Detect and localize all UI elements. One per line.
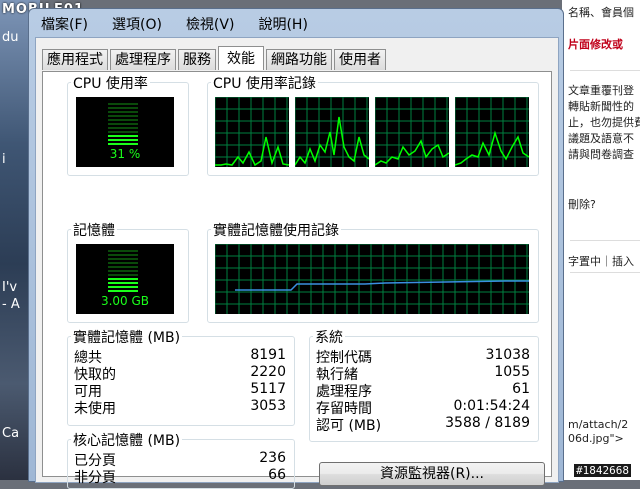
menu-view[interactable]: 檢視(V) (184, 13, 237, 35)
page-text: 06d.jpg"> (568, 432, 624, 445)
memory-value: 3.00 GB (100, 294, 150, 308)
stat-row: 未使用 3053 (74, 398, 286, 417)
stat-row: 存留時間 0:01:54:24 (316, 398, 530, 417)
page-text: 片面修改或 (568, 38, 623, 51)
stat-row: 已分頁 236 (74, 450, 286, 469)
cpu-core-graph (375, 97, 449, 167)
cpu-usage-group: 31 % (67, 82, 189, 176)
page-text: 請與問卷調查 (568, 148, 634, 161)
page-text: 刪除? (568, 198, 596, 211)
page-text: 文章重覆刊登 (568, 84, 634, 97)
stat-row: 非分頁 66 (74, 467, 286, 486)
system-group: 控制代碼 31038 執行緒 1055 處理程序 61 存留時間 0:01:54:24 … (309, 336, 539, 442)
memory-title: 記憶體 (71, 220, 117, 240)
tab-services[interactable]: 服務 (178, 49, 216, 70)
stat-row: 總共 8191 (74, 347, 286, 366)
meter-segment (108, 286, 138, 288)
meter-segment (108, 266, 138, 268)
page-text: 止，也勿提供費 (568, 116, 640, 129)
meter-segment (108, 107, 138, 109)
cpu-core-graph (295, 97, 369, 167)
memory-meter: 3.00 GB (76, 244, 174, 314)
window-content: 應用程式 處理程序 服務 效能 網路功能 使用者 31 % CPU 使用率 CP… (35, 37, 559, 489)
meter-segment (108, 139, 138, 141)
tab-performance[interactable]: 效能 (218, 46, 264, 70)
cpu-history-title: CPU 使用率記錄 (211, 73, 318, 93)
tab-processes[interactable]: 處理程序 (110, 49, 176, 70)
stat-row: 快取的 2220 (74, 364, 286, 383)
performance-panel: 31 % CPU 使用率 CPU 使用率記錄 3.00 GB 記憶體 實體記憶體… (42, 71, 552, 489)
task-manager-window: 檔案(F) 選項(O) 檢視(V) 說明(H) 應用程式 處理程序 服務 效能 … (28, 8, 564, 489)
menu-bar: 檔案(F) 選項(O) 檢視(V) 說明(H) (39, 13, 310, 35)
page-text: m/attach/2 (568, 418, 629, 431)
memory-group: 3.00 GB (67, 229, 189, 323)
graph-trace (235, 280, 529, 291)
meter-segment (108, 103, 138, 105)
meter-segment (108, 282, 138, 284)
graph-trace (455, 130, 529, 166)
meter-segment (108, 278, 138, 280)
page-text: 議題及語意不 (568, 132, 634, 145)
tab-networking[interactable]: 網路功能 (266, 49, 332, 70)
meter-segment (108, 119, 138, 121)
bg-snippet: i (2, 152, 6, 167)
tab-applications[interactable]: 應用程式 (42, 49, 108, 70)
tab-users[interactable]: 使用者 (334, 49, 386, 70)
meter-segment (108, 270, 138, 272)
stat-row: 處理程序 61 (316, 381, 530, 400)
cpu-meter: 31 % (76, 97, 174, 167)
physical-memory-title: 實體記憶體 (MB) (71, 327, 183, 347)
bg-snippet: I'v (2, 280, 18, 295)
meter-segment (108, 290, 138, 292)
kernel-memory-title: 核心記憶體 (MB) (71, 430, 183, 450)
meter-segment (108, 258, 138, 260)
bg-snippet: Ca (2, 426, 20, 441)
stat-row: 控制代碼 31038 (316, 347, 530, 366)
system-title: 系統 (313, 327, 345, 347)
meter-segment (108, 123, 138, 125)
page-text: 字置中｜插入 (568, 255, 634, 268)
resource-monitor-button[interactable]: 資源監視器(R)... (319, 462, 545, 486)
menu-file[interactable]: 檔案(F) (39, 13, 90, 35)
watermark: #1842668 (574, 464, 631, 477)
menu-help[interactable]: 說明(H) (256, 13, 309, 35)
meter-segment (108, 250, 138, 252)
page-text: 名稱、會員個 (568, 6, 634, 19)
meter-segment (108, 254, 138, 256)
tab-strip: 應用程式 處理程序 服務 效能 網路功能 使用者 (42, 46, 388, 71)
meter-segment (108, 274, 138, 276)
cpu-usage-value: 31 % (109, 147, 141, 161)
bg-snippet: - A (2, 297, 20, 312)
page-text: 轉貼新聞性的 (568, 100, 634, 113)
meter-segment (108, 135, 138, 137)
stat-row: 執行緒 1055 (316, 364, 530, 383)
graph-trace (295, 116, 369, 166)
menu-options[interactable]: 選項(O) (110, 13, 164, 35)
stat-row: 認可 (MB) 3588 / 8189 (316, 415, 530, 434)
meter-segment (108, 131, 138, 133)
meter-segment (108, 111, 138, 113)
physical-memory-group: 總共 8191 快取的 2220 可用 5117 未使用 3053 (67, 336, 295, 426)
bg-snippet: du (2, 30, 19, 45)
meter-segment (108, 262, 138, 264)
meter-segment (108, 127, 138, 129)
cpu-core-graph (215, 97, 289, 167)
stat-row: 可用 5117 (74, 381, 286, 400)
meter-segment (108, 115, 138, 117)
cpu-core-graph (455, 97, 529, 167)
graph-trace (215, 136, 289, 167)
memory-history-graph (215, 244, 529, 314)
meter-segment (108, 143, 138, 145)
cpu-usage-title: CPU 使用率 (71, 73, 150, 93)
memory-history-title: 實體記憶體使用記錄 (211, 220, 341, 240)
browser-content-right: 名稱、會員個 片面修改或 文章重覆刊登 轉貼新聞性的 止，也勿提供費 議題及語意… (562, 0, 640, 480)
